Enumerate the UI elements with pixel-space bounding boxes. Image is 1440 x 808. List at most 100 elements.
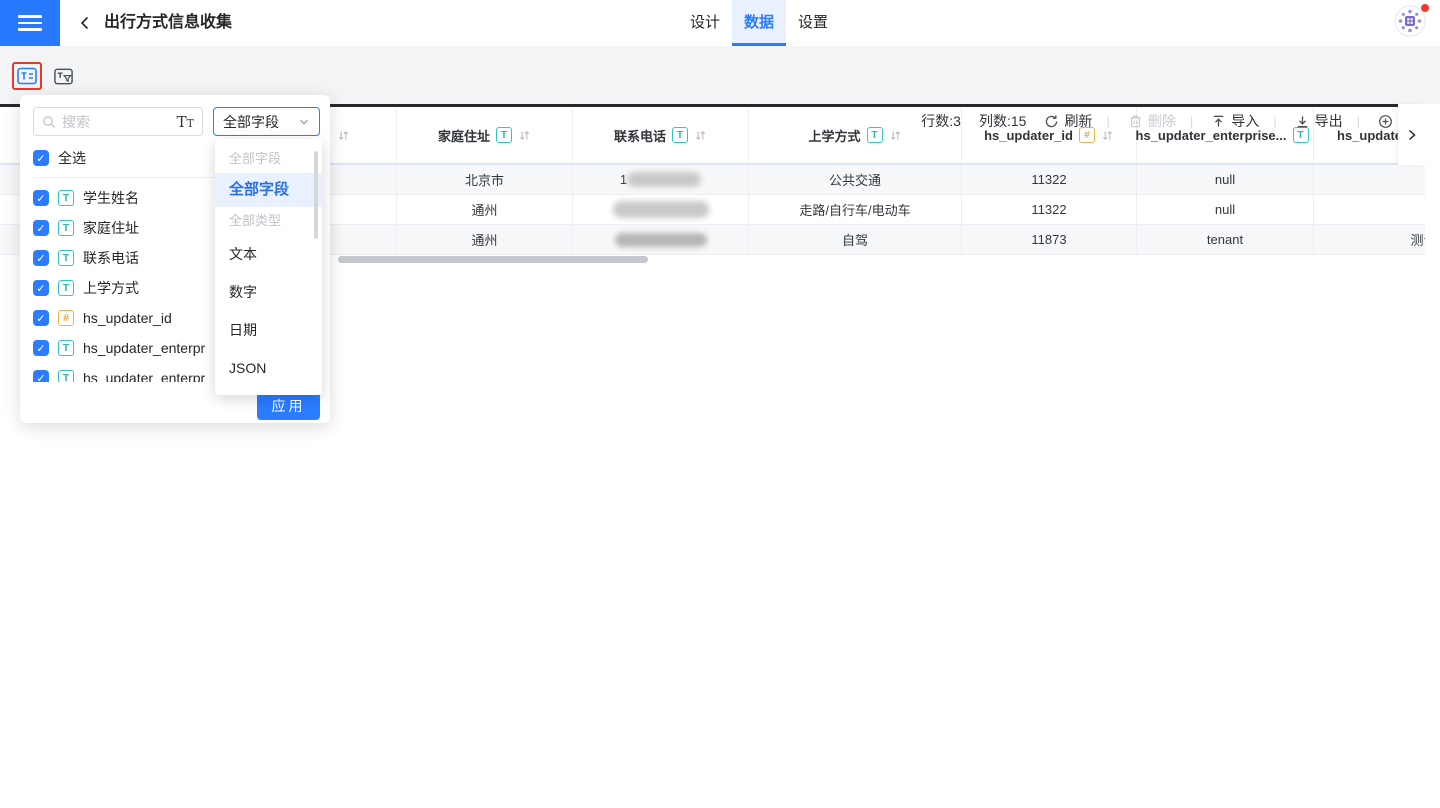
dropdown-option-text[interactable]: 文本 <box>215 235 322 273</box>
field-checkbox[interactable]: ✓ <box>33 250 49 266</box>
page-title: 出行方式信息收集 <box>104 0 232 46</box>
cell-enterprise: tenant <box>1137 225 1314 254</box>
column-label: 上学方式 <box>808 126 860 145</box>
text-type-icon: T <box>58 340 74 356</box>
toolbar-actions: 行数:3 列数:15 刷新 | 删除 | 导入 | 导出 | <box>903 92 1426 150</box>
field-display-highlight-box <box>12 62 42 90</box>
field-label: hs_updater_id <box>83 310 172 326</box>
cell-home: 通州 <box>397 225 573 254</box>
sort-icon[interactable] <box>889 129 902 142</box>
field-type-select[interactable]: 全部字段 <box>213 107 320 136</box>
toolbar-separator: | <box>1190 114 1193 129</box>
col-count-label: 列数:15 <box>979 111 1026 131</box>
text-type-icon: T <box>496 127 512 143</box>
plus-circle-icon <box>1378 114 1393 129</box>
sort-icon[interactable] <box>694 129 707 142</box>
cell-enterprise: null <box>1137 165 1314 194</box>
dropdown-option-date[interactable]: 日期 <box>215 311 322 349</box>
dropdown-group-label: 全部类型 <box>215 207 322 235</box>
text-type-icon: T <box>58 250 74 266</box>
tab-settings[interactable]: 设置 <box>786 0 840 46</box>
dropdown-option-number[interactable]: 数字 <box>215 273 322 311</box>
chevron-down-icon <box>298 116 310 128</box>
delete-label: 删除 <box>1148 111 1176 131</box>
field-display-button[interactable] <box>16 65 38 87</box>
column-label: 家庭住址 <box>438 126 490 145</box>
cell-updater-id: 11873 <box>962 225 1137 254</box>
export-button[interactable]: 导出 <box>1295 111 1343 131</box>
cell-home: 通州 <box>397 195 573 224</box>
menu-button[interactable] <box>0 0 60 46</box>
sort-icon[interactable] <box>518 129 531 142</box>
tab-data[interactable]: 数据 <box>732 0 786 46</box>
cell-extra <box>1314 195 1425 224</box>
cell-commute: 走路/自行车/电动车 <box>749 195 962 224</box>
import-button[interactable]: 导入 <box>1211 111 1259 131</box>
hamburger-icon <box>18 15 42 18</box>
toolbar-separator: | <box>1106 114 1109 129</box>
case-sensitive-toggle[interactable]: TT <box>177 114 194 130</box>
chevron-right-icon <box>1405 128 1419 142</box>
cell-commute: 自驾 <box>749 225 962 254</box>
column-header-home-address[interactable]: 家庭住址 T <box>397 107 573 163</box>
field-checkbox[interactable]: ✓ <box>33 220 49 236</box>
select-value: 全部字段 <box>223 112 279 132</box>
text-type-icon: T <box>58 190 74 206</box>
top-bar: 出行方式信息收集 设计 数据 设置 <box>0 0 1440 46</box>
back-button[interactable] <box>74 12 96 34</box>
select-all-row[interactable]: ✓ 全选 <box>33 145 86 171</box>
search-input[interactable] <box>62 114 171 130</box>
field-label: 联系电话 <box>83 248 139 268</box>
text-type-icon: T <box>867 127 883 143</box>
dropdown-scrollbar-thumb[interactable] <box>314 151 318 239</box>
select-all-label: 全选 <box>58 148 86 168</box>
toolbar-separator: | <box>1357 114 1360 129</box>
field-display-icon <box>16 65 38 87</box>
phone-prefix: 1 <box>620 172 627 187</box>
dropdown-option-json[interactable]: JSON <box>215 349 322 387</box>
import-label: 导入 <box>1231 111 1259 131</box>
export-icon <box>1295 114 1310 129</box>
text-type-icon: T <box>58 370 74 382</box>
refresh-label: 刷新 <box>1064 111 1092 131</box>
horizontal-scrollbar-thumb[interactable] <box>338 256 648 263</box>
search-icon <box>42 115 56 129</box>
apply-button[interactable]: 应用 <box>257 392 320 420</box>
cell-phone <box>573 225 749 254</box>
cell-extra <box>1314 165 1425 194</box>
scroll-right-button[interactable] <box>1398 104 1425 165</box>
field-checkbox[interactable]: ✓ <box>33 370 49 382</box>
cell-commute: 公共交通 <box>749 165 962 194</box>
delete-button[interactable]: 删除 <box>1128 111 1176 131</box>
cell-home: 北京市 <box>397 165 573 194</box>
cell-phone: 1 <box>573 165 749 194</box>
field-label: 学生姓名 <box>83 188 139 208</box>
number-type-icon: # <box>58 310 74 326</box>
notification-dot <box>1421 4 1429 12</box>
select-all-checkbox[interactable]: ✓ <box>33 150 49 166</box>
text-type-icon: T <box>58 220 74 236</box>
refresh-button[interactable]: 刷新 <box>1044 111 1092 131</box>
field-filter-icon <box>53 66 74 87</box>
cell-phone <box>573 195 749 224</box>
field-label: 家庭住址 <box>83 218 139 238</box>
column-header-phone[interactable]: 联系电话 T <box>573 107 749 163</box>
field-checkbox[interactable]: ✓ <box>33 310 49 326</box>
tab-design[interactable]: 设计 <box>678 0 732 46</box>
field-checkbox[interactable]: ✓ <box>33 280 49 296</box>
redacted-phone-blur <box>627 172 701 187</box>
field-filter-button[interactable] <box>50 64 76 88</box>
toolbar-separator: | <box>1273 114 1276 129</box>
text-type-icon: T <box>58 280 74 296</box>
text-type-icon: T <box>672 127 688 143</box>
dropdown-option-all-fields[interactable]: 全部字段 <box>215 173 322 207</box>
tab-bar: 设计 数据 设置 <box>678 0 840 46</box>
sort-icon[interactable] <box>337 129 350 142</box>
app-page: 家庭住址 T 联系电话 T 上学方式 T hs_updater_id # hs_… <box>0 0 1440 808</box>
field-checkbox[interactable]: ✓ <box>33 190 49 206</box>
field-label: 上学方式 <box>83 278 139 298</box>
field-checkbox[interactable]: ✓ <box>33 340 49 356</box>
user-avatar[interactable] <box>1394 5 1428 39</box>
search-box: TT <box>33 107 203 136</box>
field-type-dropdown: 全部字段 全部字段 全部类型 文本 数字 日期 JSON <box>215 139 322 395</box>
